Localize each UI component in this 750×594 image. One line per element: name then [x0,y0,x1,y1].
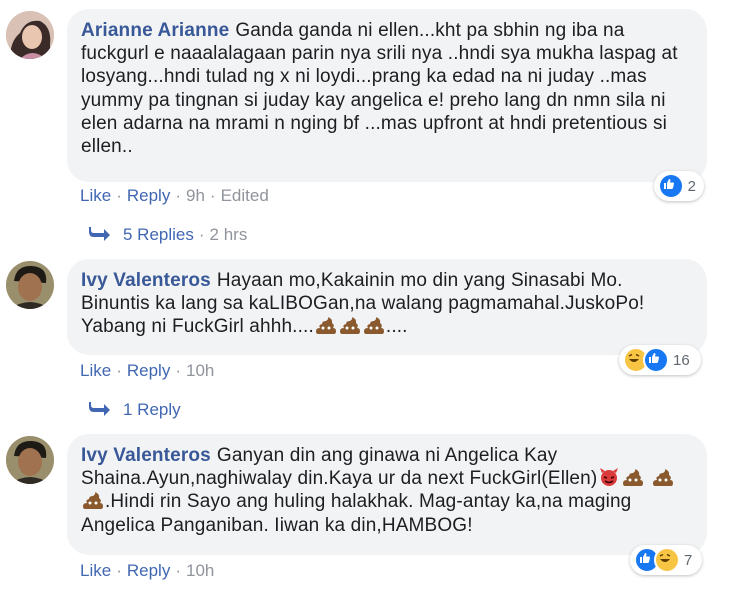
reaction-summary[interactable]: 2 [654,171,704,201]
reaction-count: 2 [687,177,696,195]
poop-emoji-icon [363,317,384,335]
comment-time[interactable]: 10h [186,561,214,580]
replies-count[interactable]: 1 Reply [123,400,181,419]
reply-link[interactable]: Reply [127,361,170,380]
devil-emoji-icon [600,468,619,487]
comment-text-tail: .... [385,316,408,338]
poop-emoji-icon [623,469,644,487]
comment-time[interactable]: 10h [186,361,214,380]
edited-label: Edited [220,186,269,205]
reaction-summary[interactable]: 7 [630,545,702,575]
like-link[interactable]: Like [80,561,111,580]
comment-actions: Like · Reply · 10h [80,361,215,380]
like-reaction-icon [658,173,684,199]
poop-emoji-icon [83,492,103,510]
replies-count[interactable]: 5 Replies [123,225,194,244]
avatar[interactable] [6,261,54,309]
reply-arrow-icon [89,402,110,416]
poop-emoji-icon [315,317,336,335]
like-link[interactable]: Like [80,186,111,205]
comment-bubble: Ivy Valenteros Ganyan din ang ginawa ni A… [67,434,707,555]
reaction-summary[interactable]: 16 [619,345,701,375]
reply-link[interactable]: Reply [127,186,170,205]
view-replies[interactable]: 1 Reply [89,400,181,420]
like-reaction-icon [643,347,669,373]
comment-actions: Like · Reply · 10h [80,561,215,580]
like-link[interactable]: Like [80,361,111,380]
poop-emoji-icon [652,469,673,487]
reaction-count: 7 [684,551,693,569]
avatar[interactable] [6,436,54,484]
comment-bubble: Arianne Arianne Ganda ganda ni ellen...kh… [67,9,707,182]
view-replies[interactable]: 5 Replies · 2 hrs [89,225,247,245]
comment-time[interactable]: 9h [186,186,205,205]
haha-reaction-icon [654,547,680,573]
comment-author[interactable]: Arianne Arianne [81,20,229,41]
comment-actions: Like · Reply · 9h · Edited [80,186,269,205]
reply-arrow-icon [89,227,110,241]
reaction-count: 16 [673,351,690,369]
reply-link[interactable]: Reply [127,561,170,580]
poop-emoji-icon [339,317,360,335]
comment-bubble: Ivy Valenteros Hayaan mo,Kakainin mo din … [67,259,707,355]
replies-time: 2 hrs [209,225,248,244]
comment-text-tail: .Hindi rin Sayo ang huling halakhak. Mag… [81,491,632,536]
comment-author[interactable]: Ivy Valenteros [81,445,211,466]
avatar[interactable] [6,11,54,59]
comment-author[interactable]: Ivy Valenteros [81,270,211,291]
